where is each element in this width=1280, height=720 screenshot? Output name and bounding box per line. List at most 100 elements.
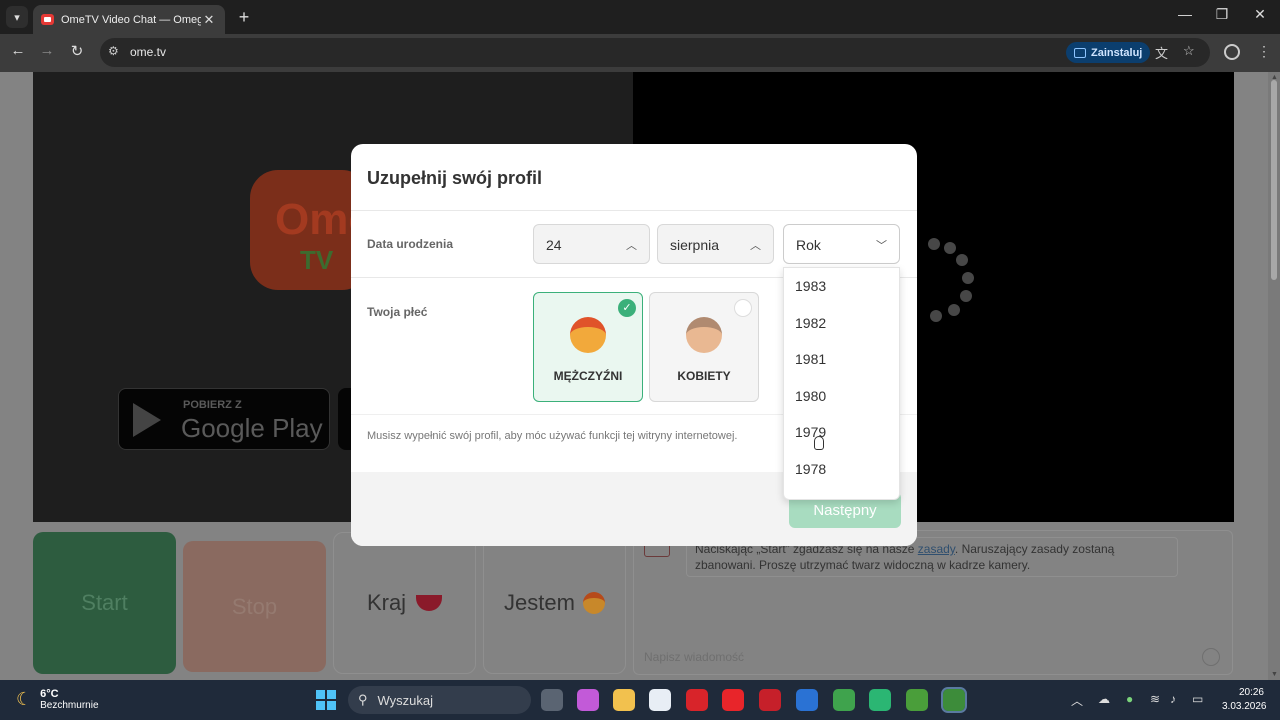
chevron-up-icon: ︿ bbox=[750, 240, 761, 252]
chrome-profile-icon[interactable] bbox=[906, 689, 928, 711]
stop-button[interactable]: Stop bbox=[183, 541, 326, 672]
ometv-favicon-icon bbox=[41, 14, 54, 25]
menu-kebab-icon[interactable]: ⋮ bbox=[1257, 43, 1271, 60]
reload-button[interactable]: ↻ bbox=[66, 42, 88, 60]
day-value: 24 bbox=[546, 237, 562, 253]
store-small-text: POBIERZ Z bbox=[183, 399, 242, 411]
day-select[interactable]: 24 ︿ bbox=[533, 224, 650, 264]
taskbar-search[interactable]: ⚲ Wyszukaj bbox=[348, 686, 531, 714]
profile-icon[interactable] bbox=[1224, 44, 1240, 60]
browser-toolbar: ← → ↻ ⚙ ome.tv Zainstaluj 文 ☆ bbox=[0, 34, 1280, 72]
clock-date: 3.03.2026 bbox=[1222, 701, 1267, 712]
battery-icon[interactable]: ▭ bbox=[1192, 692, 1203, 706]
microphone-icon[interactable]: ● bbox=[1126, 692, 1133, 706]
emoji-icon[interactable] bbox=[1202, 648, 1220, 666]
install-app-button[interactable]: Zainstaluj bbox=[1066, 42, 1151, 63]
radio-icon bbox=[734, 299, 752, 317]
page-scrollbar[interactable]: ▲ ▼ bbox=[1268, 72, 1280, 680]
mcafee-icon[interactable] bbox=[759, 689, 781, 711]
year-select[interactable]: Rok ﹀ bbox=[783, 224, 900, 264]
browser-tab[interactable]: OmeTV Video Chat — Omegle ✕ bbox=[33, 5, 225, 34]
start-button[interactable]: Start bbox=[33, 532, 176, 674]
rules-link[interactable]: zasady bbox=[918, 542, 955, 556]
year-option[interactable]: 1983 bbox=[795, 278, 826, 294]
windows-taskbar: ☾ 6°C Bezchmurnie ⚲ Wyszukaj ︿ ☁ ● ≋ ♪ ▭… bbox=[0, 680, 1280, 720]
address-bar[interactable]: ⚙ ome.tv Zainstaluj 文 ☆ bbox=[100, 38, 1210, 67]
woman-emoji-icon bbox=[686, 317, 722, 353]
close-window-button[interactable]: ✕ bbox=[1245, 6, 1275, 23]
bookmark-star-icon[interactable]: ☆ bbox=[1183, 43, 1195, 59]
outlook-icon[interactable] bbox=[796, 689, 818, 711]
country-button[interactable]: Kraj bbox=[333, 532, 476, 674]
clock-time: 20:26 bbox=[1238, 687, 1264, 698]
new-tab-button[interactable]: + bbox=[234, 7, 254, 28]
search-label: Wyszukaj bbox=[377, 692, 434, 708]
weather-widget[interactable]: ☾ 6°C Bezchmurnie bbox=[16, 688, 99, 711]
onedrive-icon[interactable]: ☁ bbox=[1098, 692, 1110, 706]
gender-button[interactable]: Jestem bbox=[483, 532, 626, 674]
divider bbox=[351, 210, 917, 211]
gender-label: Twoja płeć bbox=[367, 305, 428, 319]
hand-cursor-icon bbox=[814, 436, 824, 450]
task-view-icon[interactable] bbox=[541, 689, 563, 711]
gender-male-label: MĘŻCZYŹNI bbox=[553, 369, 623, 383]
copilot-icon[interactable] bbox=[577, 689, 599, 711]
tray-expand-icon[interactable]: ︿ bbox=[1071, 692, 1083, 709]
taskbar-clock[interactable]: 20:26 3.03.2026 bbox=[1222, 686, 1267, 714]
forward-button[interactable]: → bbox=[36, 42, 58, 59]
l-app-icon[interactable] bbox=[686, 689, 708, 711]
minimize-button[interactable]: — bbox=[1170, 6, 1200, 22]
back-button[interactable]: ← bbox=[7, 42, 29, 59]
year-option[interactable]: 1980 bbox=[795, 388, 826, 404]
file-explorer-icon[interactable] bbox=[613, 689, 635, 711]
profile-note: Musisz wypełnić swój profil, aby móc uży… bbox=[367, 430, 738, 442]
year-placeholder: Rok bbox=[796, 237, 821, 253]
month-select[interactable]: sierpnia ︿ bbox=[657, 224, 774, 264]
volume-icon[interactable]: ♪ bbox=[1170, 692, 1176, 706]
modal-title: Uzupełnij swój profil bbox=[367, 168, 542, 188]
year-dropdown-list[interactable]: 1983 1982 1981 1980 1979 1978 bbox=[783, 267, 900, 500]
google-play-icon bbox=[133, 403, 161, 437]
windows-start-icon[interactable] bbox=[316, 690, 336, 710]
logo-text-bottom: TV bbox=[300, 245, 334, 275]
restore-button[interactable]: ❐ bbox=[1207, 6, 1237, 23]
scroll-down-icon[interactable]: ▼ bbox=[1271, 671, 1278, 678]
scrollbar-thumb[interactable] bbox=[1271, 80, 1277, 280]
youtube-icon[interactable] bbox=[722, 689, 744, 711]
boy-emoji-icon bbox=[570, 317, 606, 353]
browser-titlebar: ▾ OmeTV Video Chat — Omegle ✕ + — ❐ ✕ bbox=[0, 0, 1280, 34]
year-option[interactable]: 1982 bbox=[795, 315, 826, 331]
chat-panel: Naciskając „Start” zgadzasz się na nasze… bbox=[633, 530, 1233, 675]
chat-input[interactable]: Napisz wiadomość bbox=[644, 650, 744, 664]
chevron-up-icon: ︿ bbox=[626, 240, 637, 252]
google-play-badge[interactable]: POBIERZ Z Google Play bbox=[118, 388, 330, 450]
translate-icon[interactable]: 文 bbox=[1155, 43, 1168, 62]
gender-label: Jestem bbox=[504, 590, 575, 615]
gender-option-male[interactable]: MĘŻCZYŹNI ✓ bbox=[533, 292, 643, 402]
flag-icon bbox=[416, 595, 443, 611]
green-app-icon[interactable] bbox=[869, 689, 891, 711]
year-option[interactable]: 1978 bbox=[795, 461, 826, 477]
weather-desc: Bezchmurnie bbox=[40, 700, 99, 711]
year-option[interactable]: 1981 bbox=[795, 351, 826, 367]
birth-date-label: Data urodzenia bbox=[367, 237, 454, 251]
install-label: Zainstaluj bbox=[1091, 46, 1143, 59]
store-icon[interactable] bbox=[649, 689, 671, 711]
wifi-icon[interactable]: ≋ bbox=[1150, 692, 1160, 706]
chrome-active-icon[interactable] bbox=[941, 687, 967, 713]
gender-female-label: KOBIETY bbox=[677, 369, 731, 383]
gender-option-female[interactable]: KOBIETY bbox=[649, 292, 759, 402]
chevron-down-icon: ﹀ bbox=[876, 240, 887, 252]
url-text: ome.tv bbox=[130, 45, 167, 59]
month-value: sierpnia bbox=[670, 237, 720, 253]
moon-icon: ☾ bbox=[16, 689, 33, 709]
chrome-icon[interactable] bbox=[833, 689, 855, 711]
tab-close-icon[interactable]: ✕ bbox=[201, 12, 217, 28]
search-icon: ⚲ bbox=[358, 692, 368, 707]
site-info-icon[interactable]: ⚙ bbox=[108, 44, 119, 58]
boy-emoji-icon bbox=[582, 592, 605, 614]
tab-title: OmeTV Video Chat — Omegle bbox=[61, 13, 201, 26]
tab-search-button[interactable]: ▾ bbox=[6, 6, 28, 28]
country-label: Kraj bbox=[366, 590, 407, 615]
checkmark-icon: ✓ bbox=[618, 299, 636, 317]
